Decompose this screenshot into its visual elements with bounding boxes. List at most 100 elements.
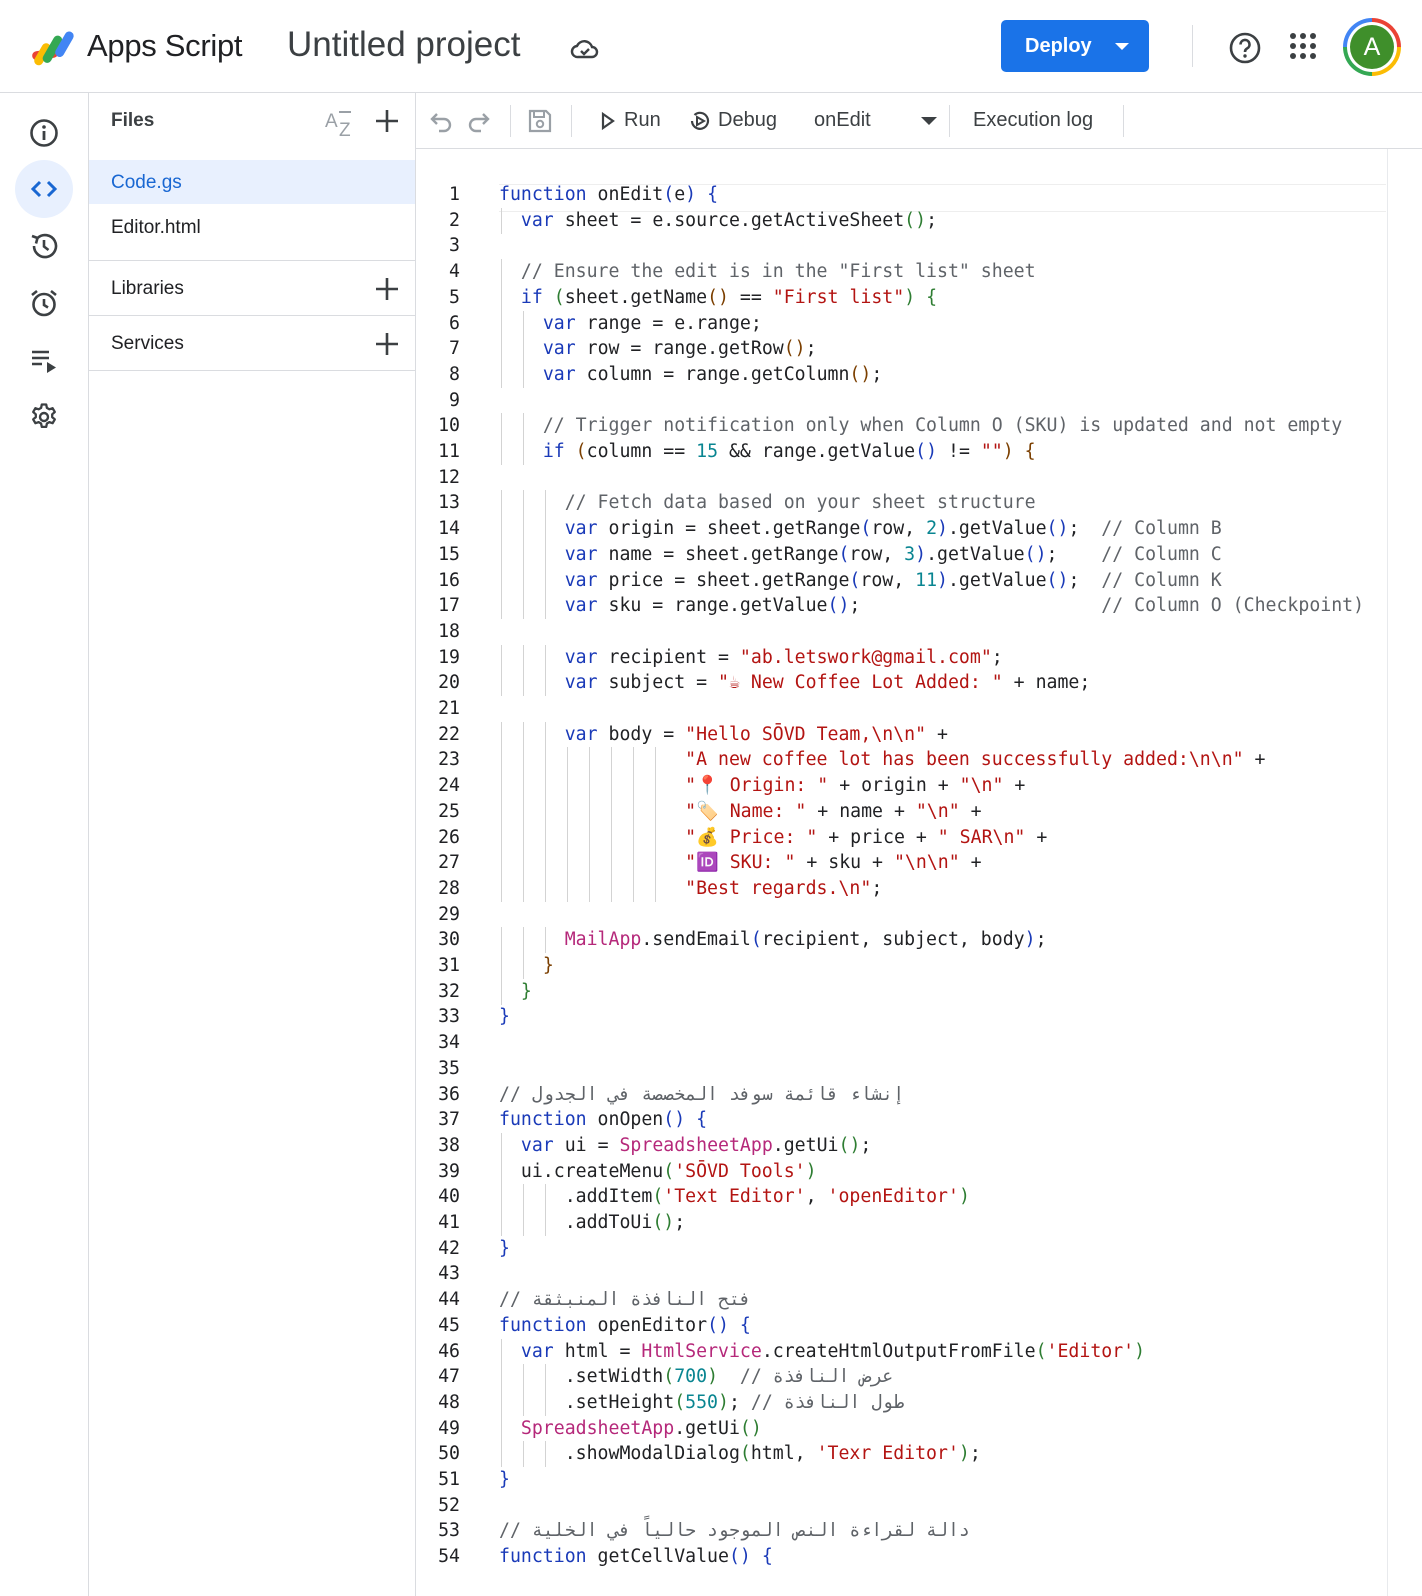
code-line[interactable]: 54 function getCellValue() {: [416, 1544, 1386, 1570]
code-text: .setHeight(550); // طول النافذة: [499, 1391, 905, 1413]
account-avatar[interactable]: A: [1343, 18, 1401, 76]
function-select[interactable]: onEdit: [806, 93, 946, 148]
code-line[interactable]: 7 var row = range.getRow();: [416, 336, 1386, 363]
app-name[interactable]: Apps Script: [87, 28, 243, 64]
code-line[interactable]: 9: [416, 388, 1386, 414]
code-line[interactable]: 15 var name = sheet.getRange(row, 3).get…: [416, 541, 1386, 568]
code-line[interactable]: 33}: [416, 1004, 1386, 1030]
code-line[interactable]: 39 ui.createMenu('SŌVD Tools'): [416, 1158, 1386, 1185]
code-line[interactable]: 19 var recipient = "ab.letswork@gmail.co…: [416, 644, 1386, 671]
code-line[interactable]: 41 .addToUi();: [416, 1210, 1386, 1236]
rail-item-executions[interactable]: [15, 331, 73, 389]
code-line[interactable]: 50 .showModalDialog(html, 'Texr Editor')…: [416, 1441, 1386, 1468]
rail-item-project-settings[interactable]: [15, 388, 73, 446]
code-line[interactable]: 30 MailApp.sendEmail(recipient, subject,…: [416, 927, 1386, 954]
divider: [949, 105, 950, 137]
line-number: 23: [438, 749, 460, 771]
code-line[interactable]: 3: [416, 233, 1386, 259]
code-line[interactable]: 35: [416, 1056, 1386, 1082]
indent-guide: [545, 721, 546, 748]
rail-item-overview[interactable]: [15, 104, 73, 162]
editor-vertical-scrollbar[interactable]: [1387, 149, 1422, 1596]
code-line[interactable]: 42}: [416, 1236, 1386, 1262]
run-button[interactable]: Run: [594, 93, 666, 148]
code-line[interactable]: 16 var price = sheet.getRange(row, 11).g…: [416, 567, 1386, 594]
code-line[interactable]: 12: [416, 465, 1386, 491]
indent-guide: [611, 747, 612, 774]
code-line[interactable]: 31 }: [416, 953, 1386, 979]
code-line[interactable]: 52: [416, 1493, 1386, 1519]
execution-log-button[interactable]: Execution log: [973, 109, 1093, 132]
code-line[interactable]: 13 // Fetch data based on your sheet str…: [416, 490, 1386, 517]
redo-icon[interactable]: [466, 107, 494, 135]
code-line[interactable]: 47 .setWidth(700) // عرض النافذة: [416, 1364, 1386, 1391]
code-line[interactable]: 44 // فتح النافذة المنبثقة: [416, 1287, 1386, 1313]
indent-guide: [567, 824, 568, 851]
line-number: 29: [438, 903, 460, 925]
sort-az-icon[interactable]: A Z: [325, 108, 357, 138]
line-number: 37: [438, 1109, 460, 1131]
indent-guide: [523, 670, 524, 697]
code-line[interactable]: 24 "📍 Origin: " + origin + "\n" +: [416, 773, 1386, 800]
indent-guide: [523, 721, 524, 748]
code-line[interactable]: 36 // إنشاء قائمة سوفد المخصصة في الجدول: [416, 1082, 1386, 1108]
code-line[interactable]: 20 var subject = "☕ New Coffee Lot Added…: [416, 670, 1386, 697]
file-item-code-gs[interactable]: Code.gs: [89, 160, 415, 204]
apps-script-logo-icon[interactable]: [30, 28, 78, 68]
deploy-button[interactable]: Deploy: [1001, 20, 1149, 72]
code-line[interactable]: 34: [416, 1030, 1386, 1056]
rail-item-project-history[interactable]: [15, 217, 73, 275]
code-line[interactable]: 25 "🏷️ Name: " + name + "\n" +: [416, 798, 1386, 825]
code-line[interactable]: 6 var range = e.range;: [416, 310, 1386, 337]
code-line[interactable]: 18: [416, 619, 1386, 645]
code-line[interactable]: 11 if (column == 15 && range.getValue() …: [416, 439, 1386, 465]
code-line[interactable]: 28 "Best regards.\n";: [416, 875, 1386, 902]
line-number: 35: [438, 1057, 460, 1079]
code-line[interactable]: 21: [416, 696, 1386, 722]
add-file-icon[interactable]: [373, 107, 401, 135]
help-icon[interactable]: [1228, 31, 1262, 65]
google-apps-grid-icon[interactable]: [1288, 31, 1318, 61]
code-line[interactable]: 17 var sku = range.getValue(); // Column…: [416, 593, 1386, 620]
libraries-section[interactable]: Libraries: [89, 261, 415, 317]
add-service-icon[interactable]: [373, 330, 401, 358]
code-line[interactable]: 10 // Trigger notification only when Col…: [416, 413, 1386, 440]
chevron-down-icon[interactable]: [1113, 37, 1131, 55]
code-line[interactable]: 22 var body = "Hello SŌVD Team,\n\n" +: [416, 721, 1386, 748]
code-text: "Best regards.\n";: [685, 877, 883, 899]
code-line[interactable]: 32 }: [416, 978, 1386, 1005]
code-line[interactable]: 8 var column = range.getColumn();: [416, 361, 1386, 388]
code-line[interactable]: 4 // Ensure the edit is in the "First li…: [416, 259, 1386, 286]
code-line[interactable]: 29: [416, 902, 1386, 928]
save-icon[interactable]: [526, 107, 554, 135]
debug-button[interactable]: Debug: [686, 93, 786, 148]
code-line[interactable]: 45 function openEditor() {: [416, 1313, 1386, 1339]
file-item-editor-html[interactable]: Editor.html: [89, 205, 415, 249]
code-line[interactable]: 40 .addItem('Text Editor', 'openEditor'): [416, 1184, 1386, 1211]
undo-icon[interactable]: [426, 107, 454, 135]
code-line[interactable]: 37 function onOpen() {: [416, 1107, 1386, 1133]
project-title[interactable]: Untitled project: [287, 25, 520, 65]
files-header: Files A Z: [89, 93, 415, 149]
code-line[interactable]: 51}: [416, 1467, 1386, 1493]
code-editor[interactable]: 1 function onEdit(e) {2 var sheet = e.sou…: [416, 149, 1386, 1596]
code-line[interactable]: 38 var ui = SpreadsheetApp.getUi();: [416, 1132, 1386, 1159]
code-line[interactable]: 1 function onEdit(e) {: [416, 182, 1386, 208]
rail-item-triggers[interactable]: [15, 274, 73, 332]
code-line[interactable]: 46 var html = HtmlService.createHtmlOutp…: [416, 1338, 1386, 1365]
rail-item-editor[interactable]: [15, 160, 73, 218]
code-line[interactable]: 27 "🆔 SKU: " + sku + "\n\n" +: [416, 850, 1386, 877]
code-line[interactable]: 43: [416, 1261, 1386, 1287]
code-line[interactable]: 53 // دالة لقراءة النص الموجود حالياً في …: [416, 1518, 1386, 1544]
add-library-icon[interactable]: [373, 275, 401, 303]
code-line[interactable]: 23 "A new coffee lot has been successful…: [416, 747, 1386, 774]
services-section[interactable]: Services: [89, 316, 415, 372]
alarm-clock-icon: [31, 289, 57, 317]
code-line[interactable]: 49 SpreadsheetApp.getUi(): [416, 1415, 1386, 1442]
code-line[interactable]: 2 var sheet = e.source.getActiveSheet();: [416, 207, 1386, 234]
deploy-label: Deploy: [1025, 35, 1092, 57]
code-line[interactable]: 14 var origin = sheet.getRange(row, 2).g…: [416, 516, 1386, 543]
code-line[interactable]: 48 .setHeight(550); // طول النافذة: [416, 1389, 1386, 1416]
code-line[interactable]: 26 "💰 Price: " + price + " SAR\n" +: [416, 824, 1386, 851]
code-line[interactable]: 5 if (sheet.getName() == "First list") {: [416, 284, 1386, 311]
